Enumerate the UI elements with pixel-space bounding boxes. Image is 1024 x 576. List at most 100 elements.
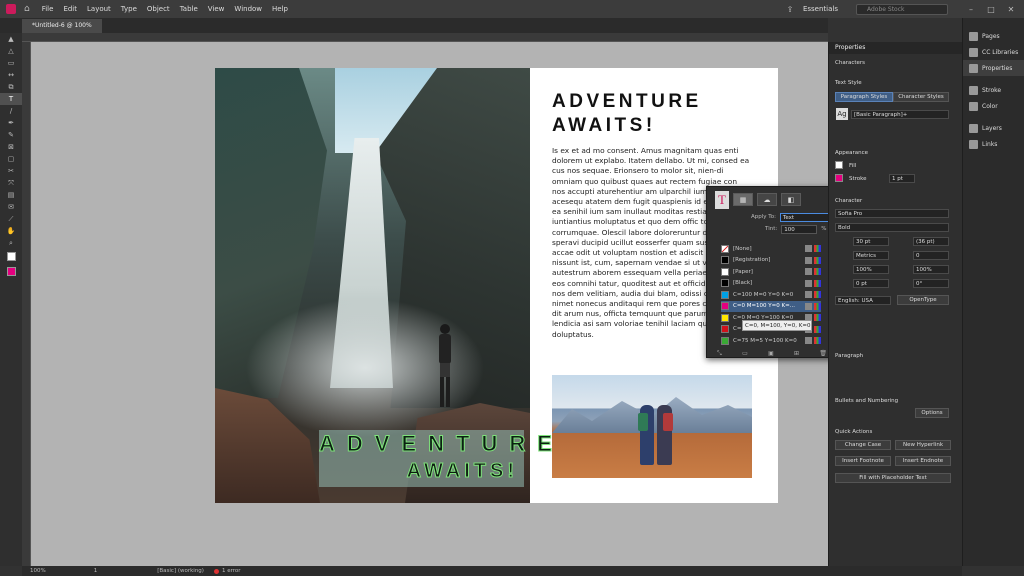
photo-title-overlay[interactable]: ADVENTURE AWAITS! — [319, 430, 552, 487]
page-icon[interactable]: ▭ — [0, 57, 22, 69]
folder-icon[interactable]: ▭ — [742, 350, 748, 358]
close-icon[interactable]: ✕ — [1004, 5, 1018, 14]
insert-footnote-button[interactable]: Insert Footnote — [835, 456, 891, 466]
opentype-button[interactable]: OpenType — [897, 295, 949, 305]
swatch-row[interactable]: [None] — [721, 243, 821, 255]
page-heading[interactable]: ADVENTURE AWAITS! — [552, 90, 752, 138]
menu-file[interactable]: File — [42, 5, 54, 13]
paragraph-styles-tab[interactable]: Paragraph Styles — [835, 92, 893, 102]
dock-links[interactable]: Links — [963, 136, 1024, 152]
gap-icon[interactable]: ↔ — [0, 69, 22, 81]
change-case-button[interactable]: Change Case — [835, 440, 891, 450]
new-hyperlink-button[interactable]: New Hyperlink — [895, 440, 951, 450]
pen-icon[interactable]: ✒ — [0, 117, 22, 129]
pencil-icon[interactable]: ✎ — [0, 129, 22, 141]
fill-stroke-icon[interactable] — [0, 249, 22, 267]
fill-placeholder-button[interactable]: Fill with Placeholder Text — [835, 473, 951, 483]
dock-cc-libraries[interactable]: CC Libraries — [963, 44, 1024, 60]
swatch-color-chip — [721, 290, 729, 299]
page-number[interactable]: 1 — [94, 568, 98, 574]
dock-properties-label: Properties — [982, 64, 1013, 72]
language-select[interactable]: English: USA — [835, 296, 891, 305]
apply-color-icon[interactable] — [0, 267, 22, 279]
stroke-color-chip[interactable] — [835, 174, 843, 182]
dock-color[interactable]: Color — [963, 98, 1024, 114]
swatch-row[interactable]: [Black] — [721, 278, 821, 290]
menu-edit[interactable]: Edit — [63, 5, 77, 13]
leading-input[interactable]: (36 pt) — [913, 237, 949, 246]
add-swatch-icon[interactable]: ⊞ — [794, 350, 799, 358]
gradient-swatch-button[interactable]: ◧ — [781, 192, 801, 206]
content-collector-icon[interactable]: ⧉ — [0, 81, 22, 93]
zoom-level[interactable]: 100% — [30, 568, 46, 574]
horizontal-scale-input[interactable]: 100% — [913, 265, 949, 274]
menu-layout[interactable]: Layout — [87, 5, 111, 13]
dock-pages[interactable]: Pages — [963, 28, 1024, 44]
dock-layers[interactable]: Layers — [963, 120, 1024, 136]
share-icon[interactable]: ⇪ — [783, 5, 797, 14]
tint-input[interactable]: 100 — [781, 224, 818, 234]
kerning-input[interactable]: Metrics — [853, 251, 889, 260]
bullets-options-button[interactable]: Options — [915, 408, 949, 418]
rectangle-icon[interactable]: ▢ — [0, 153, 22, 165]
scissors-icon[interactable]: ✂ — [0, 165, 22, 177]
tracking-input[interactable]: 0 — [913, 251, 949, 260]
hand-icon[interactable]: ✋ — [0, 225, 22, 237]
home-icon[interactable]: ⌂ — [24, 4, 30, 14]
workspace-switcher[interactable]: Essentials — [803, 5, 838, 13]
swatch-row[interactable]: [Paper] — [721, 266, 821, 278]
font-size-input[interactable]: 30 pt — [853, 237, 889, 246]
preflight-errors[interactable]: 1 error — [222, 568, 241, 574]
zoom-icon[interactable]: ⌕ — [0, 237, 22, 249]
dock-stroke[interactable]: Stroke — [963, 82, 1024, 98]
rectangle-frame-icon[interactable]: ⊠ — [0, 141, 22, 153]
document-tab[interactable]: *Untitled-6 @ 100% — [22, 19, 102, 33]
menu-help[interactable]: Help — [272, 5, 288, 13]
eyedropper-icon[interactable]: ⟋ — [0, 213, 22, 225]
delete-swatch-icon[interactable]: 🗑 — [819, 350, 827, 358]
stroke-weight-input[interactable]: 1 pt — [889, 174, 915, 183]
dock-properties[interactable]: Properties — [963, 60, 1024, 76]
menu-table[interactable]: Table — [180, 5, 198, 13]
character-styles-tab[interactable]: Character Styles — [893, 92, 949, 102]
maximize-icon[interactable]: □ — [984, 5, 998, 14]
new-swatch-button[interactable]: ☁ — [757, 192, 777, 206]
apply-to-select[interactable]: Text — [779, 212, 830, 222]
swatch-row[interactable]: C=75 M=5 Y=100 K=0 — [721, 335, 821, 347]
direct-selection-icon[interactable]: △ — [0, 45, 22, 57]
layers-icon — [969, 123, 978, 133]
vertical-scale-input[interactable]: 100% — [853, 265, 889, 274]
fill-color-chip[interactable] — [835, 161, 843, 169]
skew-input[interactable]: 0° — [913, 279, 949, 288]
paragraph-style-select[interactable]: [Basic Paragraph]+ — [851, 110, 949, 119]
swatch-row[interactable]: [Registration] — [721, 255, 821, 267]
vertical-ruler[interactable] — [22, 42, 31, 566]
adobe-stock-search[interactable]: Adobe Stock — [856, 3, 948, 15]
new-color-group-icon[interactable]: ▣ — [768, 350, 774, 358]
menu-object[interactable]: Object — [147, 5, 170, 13]
font-family-select[interactable]: Sofia Pro — [835, 209, 949, 218]
style-status[interactable]: [Basic] (working) — [157, 568, 204, 574]
swatch-row[interactable]: C=100 M=0 Y=0 K=0 — [721, 289, 821, 301]
menu-window[interactable]: Window — [234, 5, 262, 13]
note-icon[interactable]: ✉ — [0, 201, 22, 213]
insert-endnote-button[interactable]: Insert Endnote — [895, 456, 951, 466]
free-transform-icon[interactable]: ⤧ — [0, 177, 22, 189]
hikers-photo[interactable] — [552, 375, 752, 478]
menu-view[interactable]: View — [208, 5, 225, 13]
horizontal-ruler[interactable] — [22, 33, 828, 42]
minimize-icon[interactable]: – — [964, 5, 978, 14]
swatch-row[interactable]: C=0 M=100 Y=0 K=... — [721, 300, 821, 312]
properties-tab[interactable]: Properties — [829, 42, 963, 54]
menu-type[interactable]: Type — [121, 5, 137, 13]
gradient-icon[interactable]: ▤ — [0, 189, 22, 201]
font-style-select[interactable]: Bold — [835, 223, 949, 232]
swatch-options-icon[interactable]: ⤡ — [717, 350, 722, 358]
text-formatting-icon[interactable]: T — [715, 191, 729, 209]
type-icon[interactable]: T — [0, 93, 22, 105]
document-page[interactable]: ADVENTURE AWAITS! ADVENTURE AWAITS! Is e… — [215, 68, 778, 503]
baseline-shift-input[interactable]: 0 pt — [853, 279, 889, 288]
fill-swatch-button[interactable]: ▦ — [733, 192, 753, 206]
line-icon[interactable]: / — [0, 105, 22, 117]
selection-icon[interactable]: ▲ — [0, 33, 22, 45]
